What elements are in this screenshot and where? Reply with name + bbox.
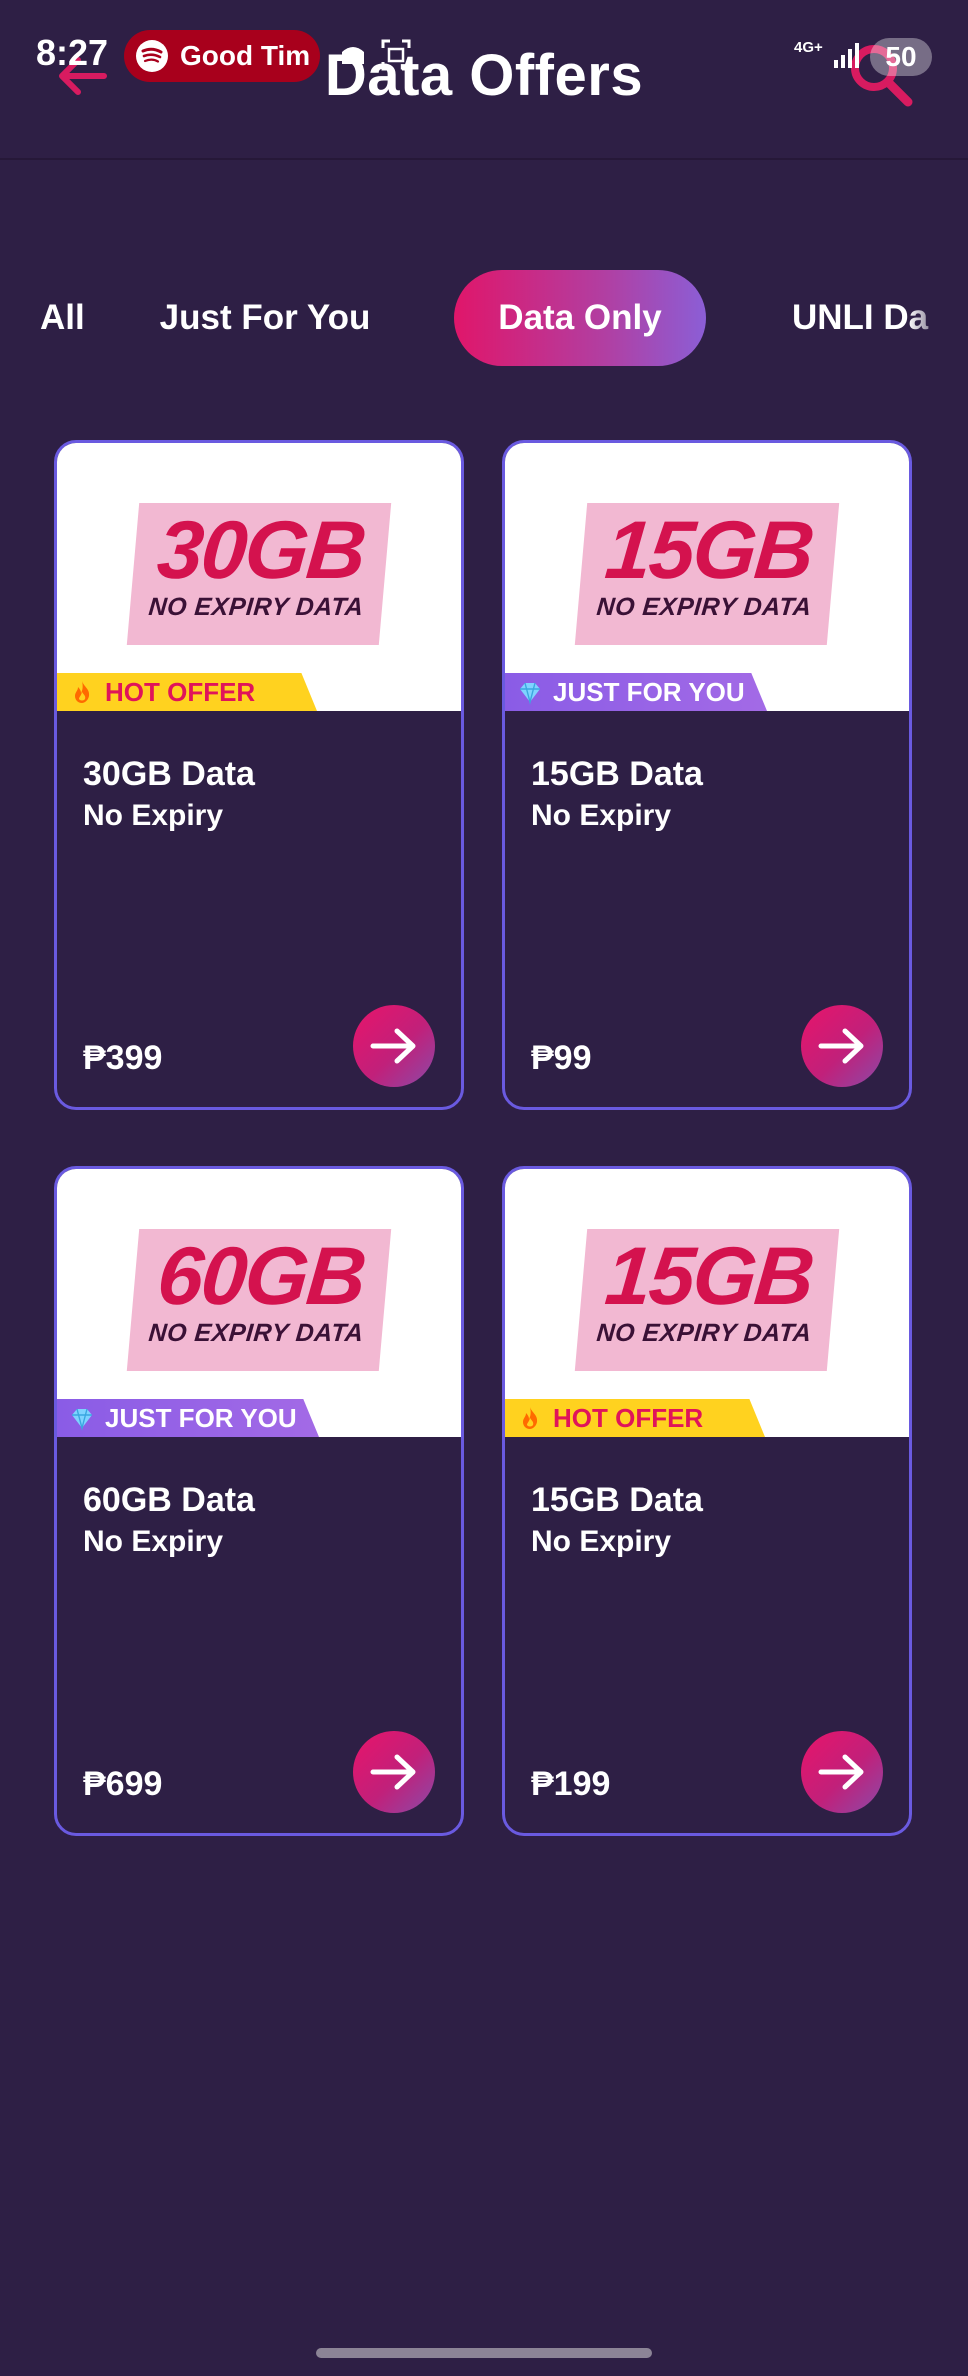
offer-image: 60GB NO EXPIRY DATA JUST FOR YOU (57, 1169, 461, 1437)
category-tabs: All Just For You Data Only UNLI Da (0, 270, 968, 366)
offer-badge: HOT OFFER (57, 673, 317, 711)
offer-title: 15GB Data (531, 755, 703, 793)
tab-just-for-you[interactable]: Just For You (150, 270, 380, 366)
arrow-right-icon (370, 1028, 416, 1064)
promo-banner: 15GB NO EXPIRY DATA (574, 1229, 840, 1371)
diamond-icon (517, 679, 543, 705)
offer-arrow-button[interactable] (353, 1005, 435, 1087)
promo-size: 15GB (601, 505, 817, 596)
offer-badge: JUST FOR YOU (505, 673, 767, 711)
promo-subtitle: NO EXPIRY DATA (595, 593, 813, 621)
screenshot-icon (380, 38, 412, 72)
offer-price: ₱699 (83, 1765, 163, 1803)
promo-subtitle: NO EXPIRY DATA (147, 1319, 365, 1347)
spotify-icon (136, 40, 168, 72)
tabs-fade-left (0, 270, 40, 366)
offer-title: 15GB Data (531, 1481, 703, 1519)
offer-subtitle: No Expiry (531, 799, 672, 832)
offer-arrow-button[interactable] (801, 1005, 883, 1087)
promo-size: 15GB (601, 1231, 817, 1322)
offer-title: 60GB Data (83, 1481, 255, 1519)
offer-card[interactable]: 15GB NO EXPIRY DATA JUST FOR YOU 15GB Da… (502, 440, 912, 1110)
promo-size: 60GB (153, 1231, 369, 1322)
badge-label: JUST FOR YOU (553, 676, 745, 707)
promo-size: 30GB (153, 505, 369, 596)
media-title: Good Tim (180, 40, 311, 71)
promo-banner: 60GB NO EXPIRY DATA (126, 1229, 392, 1371)
media-notification[interactable]: Good Tim (124, 30, 320, 82)
home-indicator (316, 2348, 652, 2358)
signal-icon (832, 40, 862, 70)
offer-subtitle: No Expiry (531, 1525, 672, 1558)
badge-label: JUST FOR YOU (105, 1402, 297, 1433)
promo-subtitle: NO EXPIRY DATA (147, 593, 365, 621)
badge-label: HOT OFFER (553, 1402, 704, 1433)
offer-title: 30GB Data (83, 755, 255, 793)
arrow-right-icon (818, 1754, 864, 1790)
promo-banner: 15GB NO EXPIRY DATA (574, 503, 840, 645)
tab-data-only[interactable]: Data Only (454, 270, 706, 366)
tabs-fade-right (908, 270, 968, 366)
fire-icon (69, 679, 95, 705)
offer-badge: JUST FOR YOU (57, 1399, 319, 1437)
battery-indicator: 50 (870, 38, 932, 76)
offer-price: ₱399 (83, 1039, 163, 1077)
offer-subtitle: No Expiry (83, 1525, 224, 1558)
offer-price: ₱199 (531, 1765, 611, 1803)
promo-subtitle: NO EXPIRY DATA (595, 1319, 813, 1347)
badge-label: HOT OFFER (105, 676, 256, 707)
offer-card[interactable]: 15GB NO EXPIRY DATA HOT OFFER 15GB Data … (502, 1166, 912, 1836)
notification-icon (338, 40, 368, 70)
diamond-icon (69, 1405, 95, 1431)
offer-card[interactable]: 60GB NO EXPIRY DATA JUST FOR YOU 60GB Da… (54, 1166, 464, 1836)
offer-badge: HOT OFFER (505, 1399, 765, 1437)
app-screen: Data Offers 8:27 Good Tim 4G+ 50 All Jus… (0, 0, 968, 2376)
tab-label: All (40, 298, 85, 337)
network-type: 4G+ (794, 39, 823, 56)
arrow-right-icon (370, 1754, 416, 1790)
arrow-right-icon (818, 1028, 864, 1064)
offer-image: 15GB NO EXPIRY DATA JUST FOR YOU (505, 443, 909, 711)
offer-card[interactable]: 30GB NO EXPIRY DATA HOT OFFER 30GB Data … (54, 440, 464, 1110)
offer-arrow-button[interactable] (801, 1731, 883, 1813)
fire-icon (517, 1405, 543, 1431)
header: Data Offers 8:27 Good Tim 4G+ 50 (0, 0, 968, 160)
status-time: 8:27 (36, 32, 109, 73)
offer-price: ₱99 (531, 1039, 592, 1077)
offer-subtitle: No Expiry (83, 799, 224, 832)
offer-image: 15GB NO EXPIRY DATA HOT OFFER (505, 1169, 909, 1437)
offer-arrow-button[interactable] (353, 1731, 435, 1813)
promo-banner: 30GB NO EXPIRY DATA (126, 503, 392, 645)
offer-image: 30GB NO EXPIRY DATA HOT OFFER (57, 443, 461, 711)
